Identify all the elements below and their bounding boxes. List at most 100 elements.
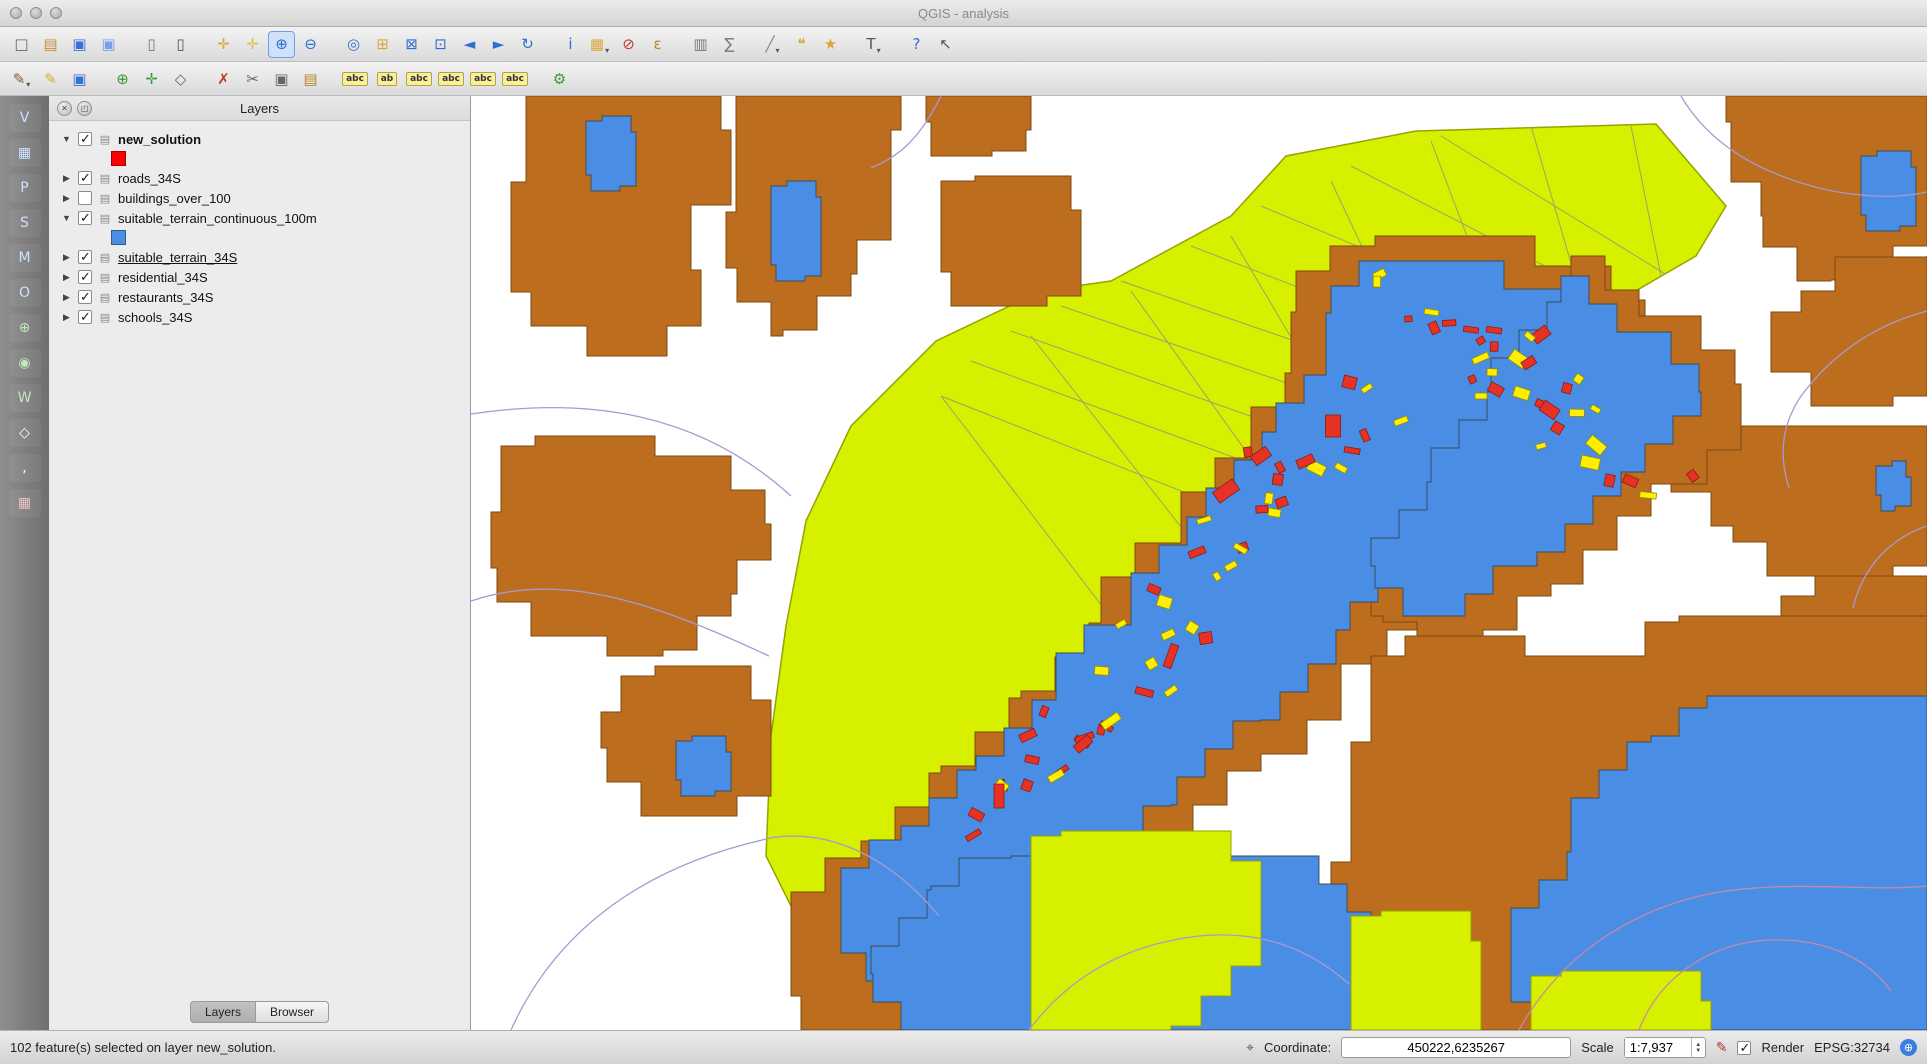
- crs-globe-icon[interactable]: ⊕: [1900, 1039, 1917, 1056]
- pan-map-button[interactable]: ✛: [210, 31, 237, 58]
- map-canvas[interactable]: [471, 96, 1927, 1030]
- coordinate-input[interactable]: [1341, 1037, 1571, 1058]
- add-wfs-layer-button[interactable]: W: [9, 384, 41, 412]
- refresh-map-button[interactable]: ↻: [514, 31, 541, 58]
- swatch-new-solution[interactable]: [49, 149, 470, 168]
- disclosure-triangle-icon[interactable]: ▶: [61, 193, 72, 204]
- layer-visibility-checkbox[interactable]: [78, 211, 92, 225]
- layer-buildings-over-100[interactable]: ▶ ▤ buildings_over_100: [49, 188, 470, 208]
- measure-button[interactable]: ╱: [759, 31, 786, 58]
- open-project-button[interactable]: ▤: [37, 31, 64, 58]
- tab-browser[interactable]: Browser: [256, 1001, 329, 1023]
- close-panel-button[interactable]: ✕: [57, 101, 72, 116]
- disclosure-triangle-icon[interactable]: ▶: [61, 312, 72, 323]
- save-project-as-button[interactable]: ▣: [95, 31, 122, 58]
- label-move-button[interactable]: abc: [404, 65, 434, 92]
- select-features-button[interactable]: ▦: [586, 31, 613, 58]
- disclosure-triangle-icon[interactable]: ▶: [61, 173, 72, 184]
- node-tool-button[interactable]: ◇: [167, 65, 194, 92]
- add-oracle-layer-button[interactable]: O: [9, 279, 41, 307]
- select-by-expression-button[interactable]: ε: [644, 31, 671, 58]
- close-window-button[interactable]: [10, 7, 22, 19]
- layer-roads-34s[interactable]: ▶ ▤ roads_34S: [49, 168, 470, 188]
- layer-visibility-checkbox[interactable]: [78, 290, 92, 304]
- field-calculator-button[interactable]: ∑: [716, 31, 743, 58]
- scale-spin-down-icon[interactable]: ▼: [1695, 1048, 1701, 1054]
- zoom-last-button[interactable]: ◄: [456, 31, 483, 58]
- zoom-next-button[interactable]: ►: [485, 31, 512, 58]
- layer-visibility-checkbox[interactable]: [78, 132, 92, 146]
- toggle-editing-button[interactable]: ✎: [37, 65, 64, 92]
- scale-combo[interactable]: ▲ ▼: [1624, 1037, 1706, 1058]
- add-raster-layer-button[interactable]: ▦: [9, 139, 41, 167]
- copy-features-button[interactable]: ▣: [268, 65, 295, 92]
- disclosure-triangle-icon[interactable]: ▶: [61, 292, 72, 303]
- new-bookmark-button[interactable]: ★: [817, 31, 844, 58]
- layer-suitable-terrain-34s[interactable]: ▶ ▤ suitable_terrain_34S: [49, 247, 470, 267]
- layer-schools-34s[interactable]: ▶ ▤ schools_34S: [49, 307, 470, 327]
- layer-visibility-checkbox[interactable]: [78, 171, 92, 185]
- new-print-composer-button[interactable]: ▯: [138, 31, 165, 58]
- disclosure-triangle-icon[interactable]: ▼: [61, 134, 72, 144]
- open-attribute-table-button[interactable]: ▥: [687, 31, 714, 58]
- detach-panel-button[interactable]: ◰: [77, 101, 92, 116]
- zoom-window-button[interactable]: [50, 7, 62, 19]
- disclosure-triangle-icon[interactable]: ▶: [61, 272, 72, 283]
- layer-new-solution[interactable]: ▼ ▤ new_solution: [49, 129, 470, 149]
- whats-this-button[interactable]: ↖: [932, 31, 959, 58]
- cut-features-button[interactable]: ✂: [239, 65, 266, 92]
- layer-visibility-checkbox[interactable]: [78, 310, 92, 324]
- add-mssql-layer-button[interactable]: M: [9, 244, 41, 272]
- deselect-all-button[interactable]: ⊘: [615, 31, 642, 58]
- add-wcs-layer-button[interactable]: ◉: [9, 349, 41, 377]
- processing-toolbox-button[interactable]: ⚙: [546, 65, 573, 92]
- add-spatialite-layer-button[interactable]: S: [9, 209, 41, 237]
- new-project-button[interactable]: □: [8, 31, 35, 58]
- new-shapefile-layer-button[interactable]: ◇: [9, 419, 41, 447]
- zoom-out-button[interactable]: ⊖: [297, 31, 324, 58]
- coordinate-capture-icon[interactable]: ⌖: [1246, 1040, 1254, 1056]
- layer-visibility-checkbox[interactable]: [78, 250, 92, 264]
- zoom-to-selection-button[interactable]: ⊠: [398, 31, 425, 58]
- composer-manager-button[interactable]: ▯: [167, 31, 194, 58]
- help-button[interactable]: ?: [903, 31, 930, 58]
- label-rotate-button[interactable]: abc: [436, 65, 466, 92]
- add-vector-layer-button[interactable]: V: [9, 104, 41, 132]
- layer-restaurants-34s[interactable]: ▶ ▤ restaurants_34S: [49, 287, 470, 307]
- add-oracle-georaster-button[interactable]: ▦: [9, 489, 41, 517]
- text-annotation-button[interactable]: T: [860, 31, 887, 58]
- scale-input[interactable]: [1625, 1038, 1691, 1057]
- add-feature-button[interactable]: ⊕: [109, 65, 136, 92]
- add-postgis-layer-button[interactable]: P: [9, 174, 41, 202]
- identify-features-button[interactable]: i: [557, 31, 584, 58]
- layer-residential-34s[interactable]: ▶ ▤ residential_34S: [49, 267, 470, 287]
- layer-visibility-checkbox[interactable]: [78, 270, 92, 284]
- label-settings-button[interactable]: abc: [500, 65, 530, 92]
- render-checkbox[interactable]: [1737, 1041, 1751, 1055]
- disclosure-triangle-icon[interactable]: ▼: [61, 213, 72, 223]
- label-show-hide-button[interactable]: ab: [372, 65, 402, 92]
- scale-spinner[interactable]: ▲ ▼: [1691, 1038, 1705, 1057]
- layer-suitable-terrain-continuous-100m[interactable]: ▼ ▤ suitable_terrain_continuous_100m: [49, 208, 470, 228]
- zoom-full-button[interactable]: ⊞: [369, 31, 396, 58]
- swatch-suitable-terrain-continuous[interactable]: [49, 228, 470, 247]
- delete-selected-button[interactable]: ✗: [210, 65, 237, 92]
- label-properties-button[interactable]: abc: [468, 65, 498, 92]
- current-edits-button[interactable]: ✎: [8, 65, 35, 92]
- layer-visibility-checkbox[interactable]: [78, 191, 92, 205]
- move-feature-button[interactable]: ✛: [138, 65, 165, 92]
- tab-layers[interactable]: Layers: [190, 1001, 256, 1023]
- zoom-in-button[interactable]: ⊕: [268, 31, 295, 58]
- pan-to-selection-button[interactable]: ✛: [239, 31, 266, 58]
- map-tips-button[interactable]: ❝: [788, 31, 815, 58]
- minimize-window-button[interactable]: [30, 7, 42, 19]
- add-delimited-text-layer-button[interactable]: ,: [9, 454, 41, 482]
- save-project-button[interactable]: ▣: [66, 31, 93, 58]
- save-layer-edits-button[interactable]: ▣: [66, 65, 93, 92]
- zoom-native-button[interactable]: ◎: [340, 31, 367, 58]
- label-pin-button[interactable]: abc: [340, 65, 370, 92]
- zoom-to-layer-button[interactable]: ⊡: [427, 31, 454, 58]
- disclosure-triangle-icon[interactable]: ▶: [61, 252, 72, 263]
- add-wms-layer-button[interactable]: ⊕: [9, 314, 41, 342]
- paste-features-button[interactable]: ▤: [297, 65, 324, 92]
